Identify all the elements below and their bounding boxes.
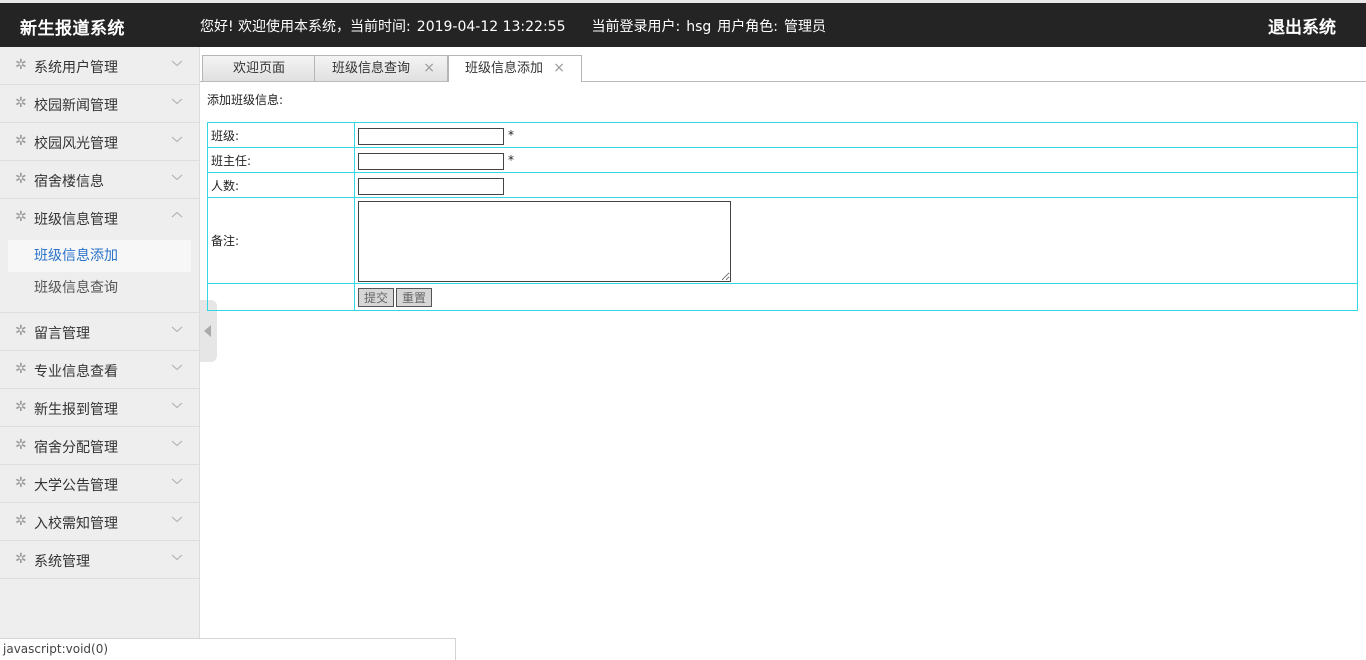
tab-class-query[interactable]: 班级信息查询 × (314, 55, 448, 81)
sidebar-item-label: 系统管理 (34, 554, 90, 570)
form-row: 备注: (207, 197, 1358, 284)
sidebar-item-label: 系统用户管理 (34, 60, 118, 76)
logout-link[interactable]: 退出系统 (1268, 13, 1336, 38)
chevron-down-icon (171, 326, 183, 333)
form-cell: * (354, 147, 1358, 173)
sidebar-item-label: 宿舍楼信息 (34, 174, 104, 190)
sidebar-item-system-management[interactable]: ✲ 系统管理 (0, 541, 199, 579)
gear-icon: ✲ (15, 399, 27, 415)
header-info: 您好! 欢迎使用本系统，当前时间: 2019-04-12 13:22:55 当前登录… (200, 16, 832, 36)
form-cell: 提交 重置 (354, 283, 1358, 311)
sidebar: ✲ 系统用户管理 ✲ 校园新闻管理 ✲ 校园风光管理 ✲ 宿舍楼信息 ✲ 班级信… (0, 47, 200, 659)
chevron-down-icon (171, 136, 183, 143)
chevron-down-icon (171, 554, 183, 561)
gear-icon: ✲ (15, 323, 27, 339)
browser-status-bar: javascript:void(0) (0, 638, 456, 660)
teacher-input[interactable] (358, 152, 504, 170)
empty-cell (207, 283, 355, 311)
sidebar-item-announcements[interactable]: ✲ 大学公告管理 (0, 465, 199, 503)
count-input[interactable] (358, 177, 504, 195)
sidebar-item-freshman-registration[interactable]: ✲ 新生报到管理 (0, 389, 199, 427)
chevron-down-icon (171, 364, 183, 371)
sidebar-item-system-users[interactable]: ✲ 系统用户管理 (0, 47, 199, 85)
user-role: 管理员 (783, 19, 826, 35)
form-cell: * (354, 122, 1358, 148)
sidebar-item-enrollment-notice[interactable]: ✲ 入校需知管理 (0, 503, 199, 541)
class-management-submenu: 班级信息添加 班级信息查询 (0, 236, 199, 313)
sidebar-item-label: 大学公告管理 (34, 478, 118, 494)
sidebar-item-label: 校园风光管理 (34, 136, 118, 152)
sidebar-item-label: 班级信息管理 (34, 212, 118, 228)
sidebar-item-dorm-allocation[interactable]: ✲ 宿舍分配管理 (0, 427, 199, 465)
sidebar-item-campus-scenery[interactable]: ✲ 校园风光管理 (0, 123, 199, 161)
gear-icon: ✲ (15, 209, 27, 225)
sidebar-item-label: 校园新闻管理 (34, 98, 118, 114)
top-header: 新生报道系统 您好! 欢迎使用本系统，当前时间: 2019-04-12 13:22… (0, 3, 1366, 47)
tab-welcome[interactable]: 欢迎页面 (202, 55, 316, 81)
tab-label: 欢迎页面 (232, 61, 285, 76)
tab-bar: 欢迎页面 班级信息查询 × 班级信息添加 × (200, 47, 1366, 82)
chevron-down-icon (171, 440, 183, 447)
tab-label: 班级信息添加 (464, 61, 543, 76)
chevron-down-icon (171, 98, 183, 105)
count-label: 人数: (207, 172, 355, 198)
sidebar-item-campus-news[interactable]: ✲ 校园新闻管理 (0, 85, 199, 123)
chevron-up-icon (171, 211, 183, 218)
form-cell (354, 172, 1358, 198)
close-icon[interactable]: × (553, 56, 565, 81)
sidebar-item-majors[interactable]: ✲ 专业信息查看 (0, 351, 199, 389)
reset-button[interactable]: 重置 (396, 287, 433, 307)
form-title: 添加班级信息: (207, 93, 284, 107)
gear-icon: ✲ (15, 57, 27, 73)
app-brand: 新生报道系统 (20, 19, 125, 39)
chevron-down-icon (171, 516, 183, 523)
form-cell (354, 197, 1358, 284)
gear-icon: ✲ (15, 133, 27, 149)
sidebar-subitem-class-add[interactable]: 班级信息添加 (8, 240, 191, 272)
greeting-text: 您好! 欢迎使用本系统，当前时间: (200, 19, 411, 35)
username: hsg (686, 19, 712, 35)
chevron-down-icon (171, 402, 183, 409)
sidebar-item-label: 宿舍分配管理 (34, 440, 118, 456)
gear-icon: ✲ (15, 437, 27, 453)
submit-button[interactable]: 提交 (358, 287, 395, 307)
form-row: 班级: * (207, 122, 1358, 148)
remark-label: 备注: (207, 197, 355, 284)
tab-class-add[interactable]: 班级信息添加 × (448, 55, 582, 82)
gear-icon: ✲ (15, 95, 27, 111)
sidebar-item-dorm-buildings[interactable]: ✲ 宿舍楼信息 (0, 161, 199, 199)
required-mark: * (508, 127, 514, 142)
class-input[interactable] (358, 127, 504, 145)
form-row: 人数: (207, 172, 1358, 198)
gear-icon: ✲ (15, 551, 27, 567)
sidebar-item-label: 专业信息查看 (34, 364, 118, 380)
sidebar-item-label: 入校需知管理 (34, 516, 118, 532)
current-datetime: 2019-04-12 13:22:55 (416, 19, 566, 35)
chevron-down-icon (171, 174, 183, 181)
gear-icon: ✲ (15, 475, 27, 491)
sidebar-item-class-management[interactable]: ✲ 班级信息管理 (0, 199, 199, 236)
sidebar-item-label: 新生报到管理 (34, 402, 118, 418)
tab-label: 班级信息查询 (331, 61, 410, 76)
class-add-form: 班级: * 班主任: * 人数: 备注: 提交 重置 (207, 122, 1358, 311)
gear-icon: ✲ (15, 361, 27, 377)
chevron-down-icon (171, 60, 183, 67)
form-row: 提交 重置 (207, 283, 1358, 311)
chevron-down-icon (171, 478, 183, 485)
required-mark: * (508, 152, 514, 167)
role-label: 用户角色: (717, 19, 778, 35)
close-icon[interactable]: × (423, 56, 435, 81)
remark-textarea[interactable] (358, 201, 731, 282)
sidebar-subitem-class-query[interactable]: 班级信息查询 (8, 272, 191, 304)
sidebar-item-label: 留言管理 (34, 326, 90, 342)
gear-icon: ✲ (15, 171, 27, 187)
user-label: 当前登录用户: (591, 19, 681, 35)
form-row: 班主任: * (207, 147, 1358, 173)
teacher-label: 班主任: (207, 147, 355, 173)
sidebar-item-messages[interactable]: ✲ 留言管理 (0, 313, 199, 351)
class-label: 班级: (207, 122, 355, 148)
chevron-left-icon (204, 325, 211, 337)
gear-icon: ✲ (15, 513, 27, 529)
